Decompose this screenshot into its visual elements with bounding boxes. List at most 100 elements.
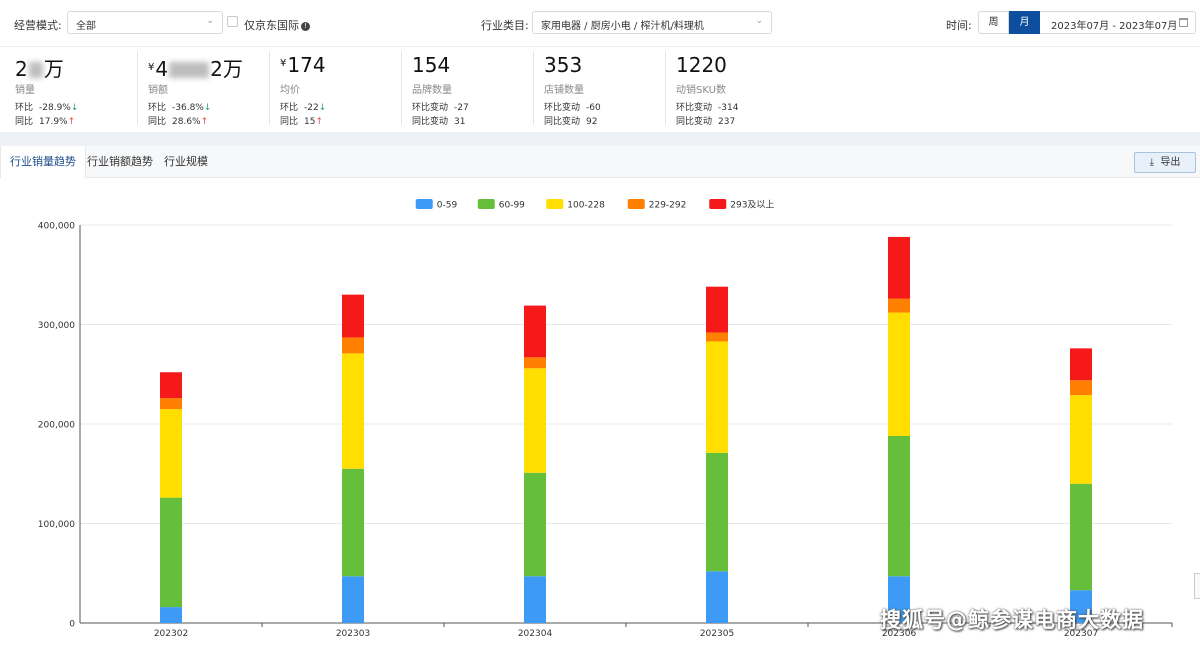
legend-swatch [546,199,564,209]
bar-segment [160,409,182,498]
tab-bar: 行业销量趋势 行业销额趋势 行业规模 ⤓ 导出 [0,146,1200,179]
category-select[interactable]: 家用电器 / 厨房小电 / 榨汁机/料理机 ⌄ [532,11,772,34]
legend-swatch [477,199,495,209]
kpi-sku-count: 1220 动销SKU数 环比变动 -314 同比变动 237 [665,51,796,127]
bar-segment [706,571,728,623]
legend-label: 0-59 [437,201,458,211]
watermark: 搜狐号@鲸参谋电商大数据 [880,608,1144,632]
tab-industry-scale[interactable]: 行业规模 [155,146,217,178]
kpi-value: 154 [412,53,451,77]
y-tick-label: 400,000 [38,222,75,232]
kpi-label: 品牌数量 [412,85,452,96]
bar-segment [888,298,910,313]
kpi-value: ¥4 2万 [148,57,243,81]
y-tick-label: 200,000 [38,421,75,431]
bar-segment [524,305,546,358]
redacted-block [28,62,43,78]
kpi-value: ¥174 [280,53,326,77]
kpi-yoy-row: 同比 28.6%↑ [148,117,209,127]
arrow-up-icon: ↑ [315,117,324,127]
kpi-yoy-row: 同比 17.9%↑ [15,117,76,127]
month-toggle[interactable]: 月 [1009,11,1040,34]
arrow-down-icon: ↓ [318,103,327,113]
kpi-mom-row: 环比变动 -314 [676,103,739,113]
bar-segment [342,576,364,623]
filter-bar: 经营模式: 全部 ⌄ 仅京东国际! 行业类目: 家用电器 / 厨房小电 / 榨汁… [0,0,1200,46]
bar-segment [706,452,728,572]
jd-intl-label: 仅京东国际! [244,17,310,33]
bar-segment [342,337,364,354]
export-button[interactable]: ⤓ 导出 [1134,152,1196,173]
y-tick-label: 300,000 [38,321,75,331]
download-icon: ⤓ [1149,157,1155,168]
x-tick-label: 202305 [700,629,734,639]
calendar-icon [1179,18,1188,27]
bar-segment [524,357,546,369]
kpi-yoy-row: 同比变动 237 [676,117,736,127]
bar-segment [888,435,910,577]
kpi-label: 动销SKU数 [676,85,726,96]
bar-segment [160,372,182,399]
legend-label: 293及以上 [730,200,774,211]
export-label: 导出 [1160,157,1181,168]
kpi-yoy-row: 同比变动 92 [544,117,598,127]
bar-segment [342,353,364,469]
category-label: 行业类目: [481,19,529,32]
kpi-mom-row: 环比变动 -27 [412,103,469,113]
kpi-value: 1220 [676,53,727,77]
kpi-value: 2万 [15,57,64,81]
arrow-down-icon: ↓ [203,103,212,113]
legend-swatch [627,199,645,209]
bar-segment [1070,483,1092,591]
mode-label: 经营模式: [14,19,62,32]
kpi-sales-amount: ¥4 2万 销额 环比 -36.8%↓ 同比 28.6%↑ [137,51,268,127]
kpi-mom-row: 环比 -22↓ [280,103,327,113]
kpi-sales-volume: 2万 销量 环比 -28.9%↓ 同比 17.9%↑ [5,51,136,127]
scroll-handle[interactable] [1194,573,1200,599]
tab-sales-amount-trend[interactable]: 行业销额趋势 [78,146,162,178]
arrow-down-icon: ↓ [70,103,79,113]
chevron-down-icon: ⌄ [206,16,214,26]
bar-segment [1070,348,1092,381]
bar-segment [706,341,728,453]
week-toggle[interactable]: 周 [978,11,1009,34]
kpi-label: 均价 [280,85,300,96]
tab-sales-volume-trend[interactable]: 行业销量趋势 [0,146,86,179]
bar-segment [160,607,182,623]
bar-segment [888,236,910,299]
bar-segment [888,312,910,436]
chart-area: 0 100,000 200,000 300,000 400,000 202302 20230… [0,178,1200,644]
bar-segment [160,497,182,608]
bar-segment [706,332,728,342]
category-select-value: 家用电器 / 厨房小电 / 榨汁机/料理机 [541,21,704,32]
kpi-mom-row: 环比 -36.8%↓ [148,103,212,113]
kpi-value: 353 [544,53,583,77]
stacked-bar-chart: 0 100,000 200,000 300,000 400,000 202302 20230… [38,199,1173,639]
legend-swatch [415,199,433,209]
kpi-mom-row: 环比变动 -60 [544,103,601,113]
kpi-mom-row: 环比 -28.9%↓ [15,103,79,113]
bar-segment [524,472,546,577]
jd-intl-checkbox[interactable] [227,16,238,27]
y-tick-label: 100,000 [38,520,75,530]
redacted-block [169,62,210,78]
kpi-avg-price: ¥174 均价 环比 -22↓ 同比 15↑ [269,51,400,127]
legend-label: 229-292 [649,201,687,211]
kpi-yoy-row: 同比变动 31 [412,117,466,127]
kpi-label: 销额 [148,85,168,96]
legend-label: 60-99 [499,201,525,211]
kpi-brand-count: 154 品牌数量 环比变动 -27 同比变动 31 [401,51,532,127]
legend-swatch [709,199,727,209]
mode-select[interactable]: 全部 ⌄ [67,11,223,34]
legend-label: 100-228 [567,201,605,211]
bar-segment [342,294,364,338]
date-range-picker[interactable]: 2023年07月 - 2023年07月 [1040,11,1196,34]
info-icon[interactable]: ! [301,22,310,31]
x-tick-label: 202302 [154,629,188,639]
bar-segment [1070,395,1092,484]
kpi-panel: 2万 销量 环比 -28.9%↓ 同比 17.9%↑ ¥4 2万 销额 环比 -36.8… [0,46,1200,132]
bar-segment [342,468,364,577]
kpi-label: 店铺数量 [544,85,584,96]
date-range-value: 2023年07月 - 2023年07月 [1051,21,1178,32]
x-tick-label: 202303 [336,629,370,639]
